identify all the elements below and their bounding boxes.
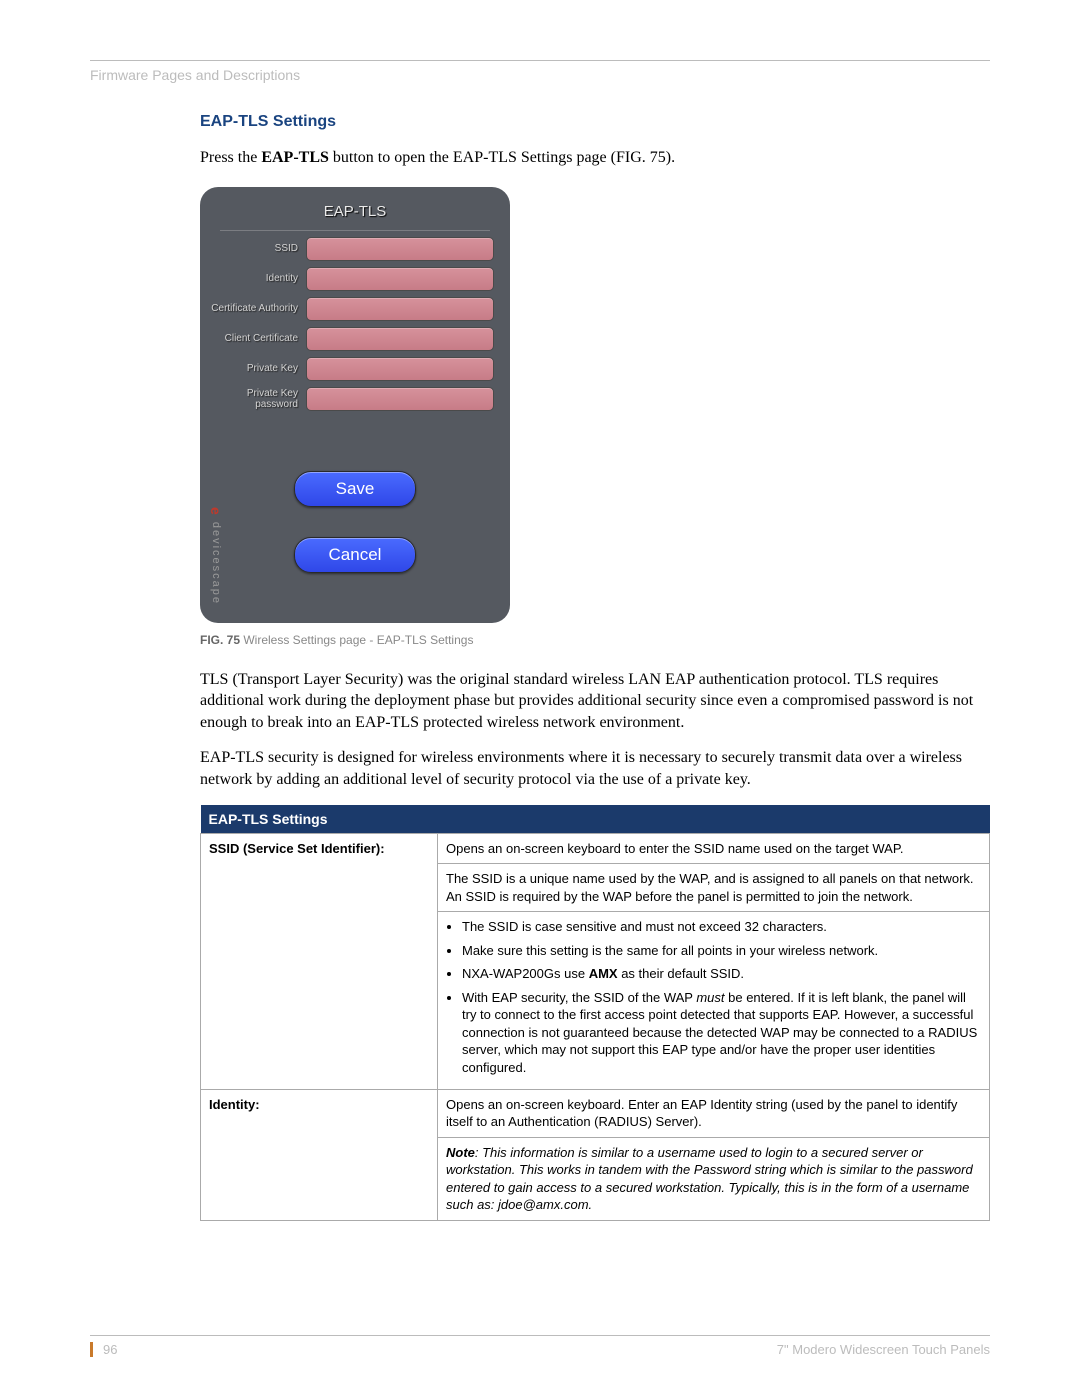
cancel-button[interactable]: Cancel — [294, 537, 416, 573]
settings-table: EAP-TLS Settings SSID (Service Set Ident… — [200, 805, 990, 1221]
identity-cell-1: Opens an on-screen keyboard. Enter an EA… — [438, 1089, 990, 1137]
ssid-input[interactable] — [306, 237, 494, 261]
field-label-ssid: SSID — [210, 243, 306, 254]
ca-input[interactable] — [306, 297, 494, 321]
private-key-input[interactable] — [306, 357, 494, 381]
section-title: EAP-TLS Settings — [200, 113, 990, 131]
body-paragraph-2: EAP-TLS security is designed for wireles… — [200, 747, 990, 790]
page-header: Firmware Pages and Descriptions — [90, 67, 990, 83]
row-label-identity: Identity: — [201, 1089, 438, 1220]
identity-note: Note: This information is similar to a u… — [438, 1137, 990, 1220]
body-paragraph-1: TLS (Transport Layer Security) was the o… — [200, 669, 990, 734]
save-button[interactable]: Save — [294, 471, 416, 507]
field-label-client-cert: Client Certificate — [210, 333, 306, 344]
table-header: EAP-TLS Settings — [201, 805, 990, 834]
row-label-ssid: SSID (Service Set Identifier): — [201, 833, 438, 1089]
intro-paragraph: Press the EAP-TLS button to open the EAP… — [200, 147, 990, 169]
field-label-ca: Certificate Authority — [210, 303, 306, 314]
ssid-cell-2: The SSID is a unique name used by the WA… — [438, 864, 990, 912]
field-label-pkey: Private Key — [210, 363, 306, 374]
ssid-cell-bullets: The SSID is case sensitive and must not … — [438, 912, 990, 1089]
ssid-cell-1: Opens an on-screen keyboard to enter the… — [438, 833, 990, 864]
footer-product: 7" Modero Widescreen Touch Panels — [777, 1342, 990, 1357]
page-number: 96 — [90, 1342, 117, 1357]
screenshot-title: EAP-TLS — [220, 197, 490, 231]
private-key-password-input[interactable] — [306, 387, 494, 411]
client-cert-input[interactable] — [306, 327, 494, 351]
field-label-pkey-pass: Private Key password — [210, 388, 306, 410]
identity-input[interactable] — [306, 267, 494, 291]
brand-text: e devicescape — [208, 507, 224, 605]
figure-caption: FIG. 75 Wireless Settings page - EAP-TLS… — [200, 633, 990, 647]
page-footer: 96 7" Modero Widescreen Touch Panels — [90, 1335, 990, 1357]
eap-tls-screenshot: EAP-TLS SSID Identity Certificate Author… — [200, 187, 510, 623]
field-label-identity: Identity — [210, 273, 306, 284]
